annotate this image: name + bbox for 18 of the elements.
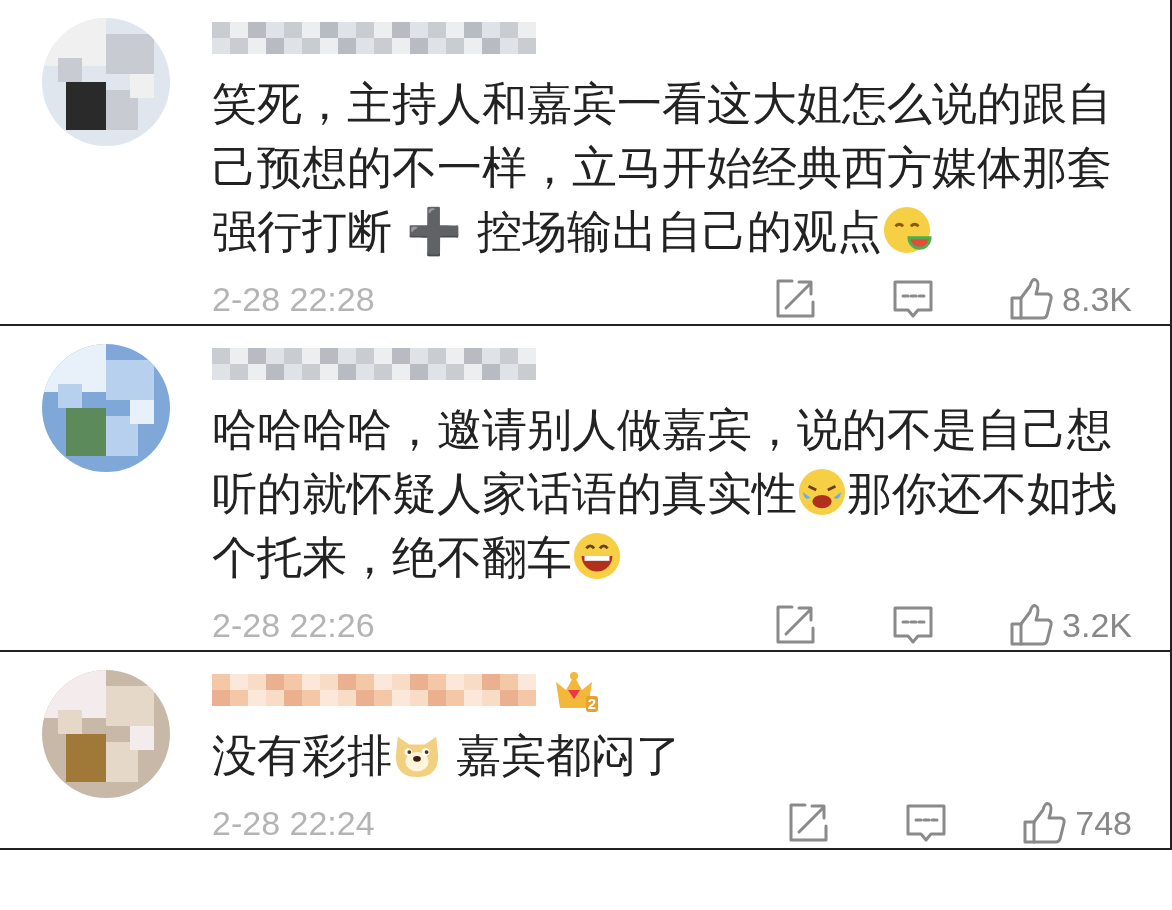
laughing-crying-emoji-icon (797, 467, 847, 517)
like-count: 748 (1075, 802, 1132, 844)
thumbs-up-icon (1008, 602, 1055, 648)
thumbs-up-icon (1021, 800, 1068, 846)
like-button[interactable]: 8.3K (1008, 273, 1132, 325)
like-button[interactable]: 3.2K (1008, 599, 1132, 651)
comment-text: 没有彩排 嘉宾都闷了 (212, 728, 683, 784)
like-count: 8.3K (1062, 278, 1132, 320)
like-count: 3.2K (1062, 604, 1132, 646)
thumbs-up-icon (1008, 276, 1055, 322)
comment-text: 哈哈哈哈，邀请别人做嘉宾，说的不是自己想听的就怀疑人家话语的真实性 那你还不如找个托来，绝不翻车 (212, 402, 1118, 586)
like-button[interactable]: 748 (1021, 797, 1132, 849)
timestamp: 2-28 22:24 (212, 802, 375, 844)
timestamp: 2-28 22:26 (212, 604, 375, 646)
watermelon-emoji-icon (881, 205, 932, 255)
comment-text: 笑死，主持人和嘉宾一看这大姐怎么说的跟自己预想的不一样，立马开始经典西方媒体那套强行打断 ➕ 控场输出自己的观点 (212, 76, 1113, 260)
timestamp: 2-28 22:28 (212, 278, 375, 320)
grinning-emoji-icon (572, 531, 622, 581)
